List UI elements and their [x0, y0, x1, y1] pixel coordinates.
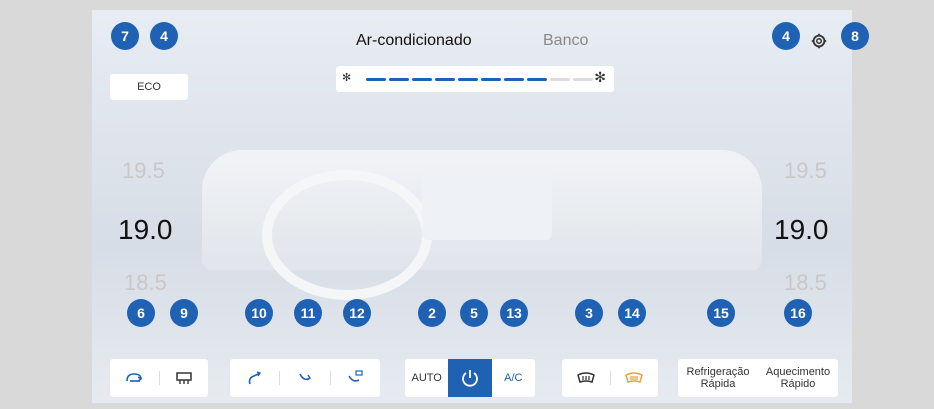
airflow-face-button[interactable] — [230, 359, 279, 397]
airflow-mode-group — [230, 359, 380, 397]
airflow-windshield-feet-button[interactable] — [331, 359, 380, 397]
callout-badge-16: 16 — [784, 299, 812, 327]
callout-badge-10: 10 — [245, 299, 273, 327]
rapid-heat-label-1: Aquecimento — [765, 366, 831, 378]
fan-level-segment[interactable] — [481, 78, 501, 81]
fan-level-segment[interactable] — [550, 78, 570, 81]
fan-level-segment[interactable] — [435, 78, 455, 81]
rapid-cool-label-2: Rápida — [700, 378, 736, 390]
right-temp-lower[interactable]: 18.5 — [784, 270, 827, 296]
callout-badge-12: 12 — [343, 299, 371, 327]
max-defrost-button[interactable] — [611, 359, 659, 397]
left-temp-current[interactable]: 19.0 — [118, 214, 173, 246]
callout-badge-4-right: 4 — [772, 22, 800, 50]
callout-badge-6: 6 — [127, 299, 155, 327]
fan-large-icon: ✻ — [594, 70, 606, 86]
steering-wheel-illustration — [262, 170, 432, 300]
callout-badge-15: 15 — [707, 299, 735, 327]
airflow-face-icon — [248, 371, 261, 385]
airflow-feet-icon — [299, 373, 311, 381]
front-defrost-button[interactable] — [562, 359, 610, 397]
fan-small-icon: ✻ — [342, 71, 352, 84]
left-temp-lower[interactable]: 18.5 — [124, 270, 167, 296]
front-defrost-group — [562, 359, 658, 397]
max-defrost-icon — [625, 372, 644, 383]
callout-badge-5: 5 — [460, 299, 488, 327]
fan-level-segment[interactable] — [366, 78, 386, 81]
fan-level-segment[interactable] — [412, 78, 432, 81]
right-temp-current[interactable]: 19.0 — [774, 214, 829, 246]
eco-button[interactable]: ECO — [110, 74, 188, 100]
rapid-heat-label-2: Rápido — [780, 378, 816, 390]
callout-badge-14: 14 — [618, 299, 646, 327]
left-temp-upper[interactable]: 19.5 — [122, 158, 165, 184]
ac-button[interactable]: A/C — [492, 359, 535, 397]
callout-badge-9: 9 — [170, 299, 198, 327]
fan-level-segment[interactable] — [389, 78, 409, 81]
fan-level-segment[interactable] — [573, 78, 593, 81]
callout-badge-4-left: 4 — [150, 22, 178, 50]
airflow-feet-button[interactable] — [280, 359, 329, 397]
fan-level-segment[interactable] — [504, 78, 524, 81]
callout-badge-3: 3 — [575, 299, 603, 327]
rapid-heat-button[interactable]: Aquecimento Rápido — [758, 359, 838, 397]
rapid-mode-group: Refrigeração Rápida Aquecimento Rápido — [678, 359, 838, 397]
main-controls-group: AUTO A/C — [405, 359, 535, 397]
center-display-illustration — [422, 170, 552, 240]
power-icon — [462, 370, 478, 387]
recirculation-button[interactable] — [110, 359, 159, 397]
front-defrost-icon — [576, 372, 595, 383]
callout-badge-2: 2 — [418, 299, 446, 327]
callout-badge-13: 13 — [500, 299, 528, 327]
rapid-cool-label-1: Refrigeração — [686, 366, 750, 378]
rapid-cool-button[interactable]: Refrigeração Rápida — [678, 359, 758, 397]
rear-defrost-button[interactable] — [160, 359, 209, 397]
fan-speed-slider[interactable]: ✻ ✻ — [336, 66, 614, 92]
callout-badge-8: 8 — [841, 22, 869, 50]
auto-button[interactable]: AUTO — [405, 359, 448, 397]
tab-seat[interactable]: Banco — [543, 32, 588, 50]
callout-badge-7: 7 — [111, 22, 139, 50]
power-button[interactable] — [448, 359, 492, 397]
gear-icon[interactable] — [810, 32, 828, 50]
callout-badge-11: 11 — [294, 299, 322, 327]
right-temp-upper[interactable]: 19.5 — [784, 158, 827, 184]
fan-level-segment[interactable] — [458, 78, 478, 81]
airflow-windshield-feet-icon — [348, 370, 363, 382]
fan-level-segment[interactable] — [527, 78, 547, 81]
tab-air-conditioning[interactable]: Ar-condicionado — [356, 32, 472, 50]
recirc-defrost-group — [110, 359, 208, 397]
rear-defrost-icon — [176, 372, 192, 384]
recirculation-icon — [126, 373, 143, 382]
